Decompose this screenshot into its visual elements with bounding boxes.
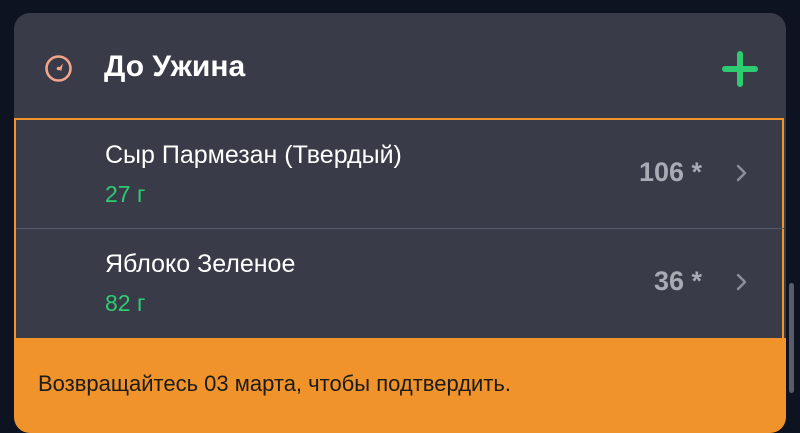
food-amount: 27 г (105, 181, 146, 207)
food-name: Яблоко Зеленое (105, 250, 296, 278)
meal-title: До Ужина (104, 50, 246, 83)
confirm-banner: Возвращайтесь 03 марта, чтобы подтвердит… (14, 338, 786, 433)
food-amount: 82 г (105, 290, 146, 316)
food-row[interactable]: Яблоко Зеленое 82 г 36 * (16, 229, 784, 337)
clock-icon (45, 55, 72, 82)
food-calories: 36 * (653, 266, 702, 296)
plus-icon (722, 51, 758, 87)
banner-text: Возвращайтесь 03 марта, чтобы подтвердит… (38, 371, 511, 396)
food-calories: 106 * (638, 157, 702, 187)
meal-card: До Ужина Сыр Пармезан (Твердый) 27 г 106… (14, 13, 786, 433)
food-name: Сыр Пармезан (Твердый) (105, 141, 402, 169)
scrollbar[interactable] (789, 283, 794, 393)
food-row[interactable]: Сыр Пармезан (Твердый) 27 г 106 * (16, 120, 784, 228)
chevron-right-icon (736, 164, 747, 182)
meal-header: До Ужина (14, 13, 786, 118)
food-list: Сыр Пармезан (Твердый) 27 г 106 * Яблоко… (14, 118, 784, 338)
chevron-right-icon (736, 273, 747, 291)
add-food-button[interactable] (718, 47, 762, 91)
